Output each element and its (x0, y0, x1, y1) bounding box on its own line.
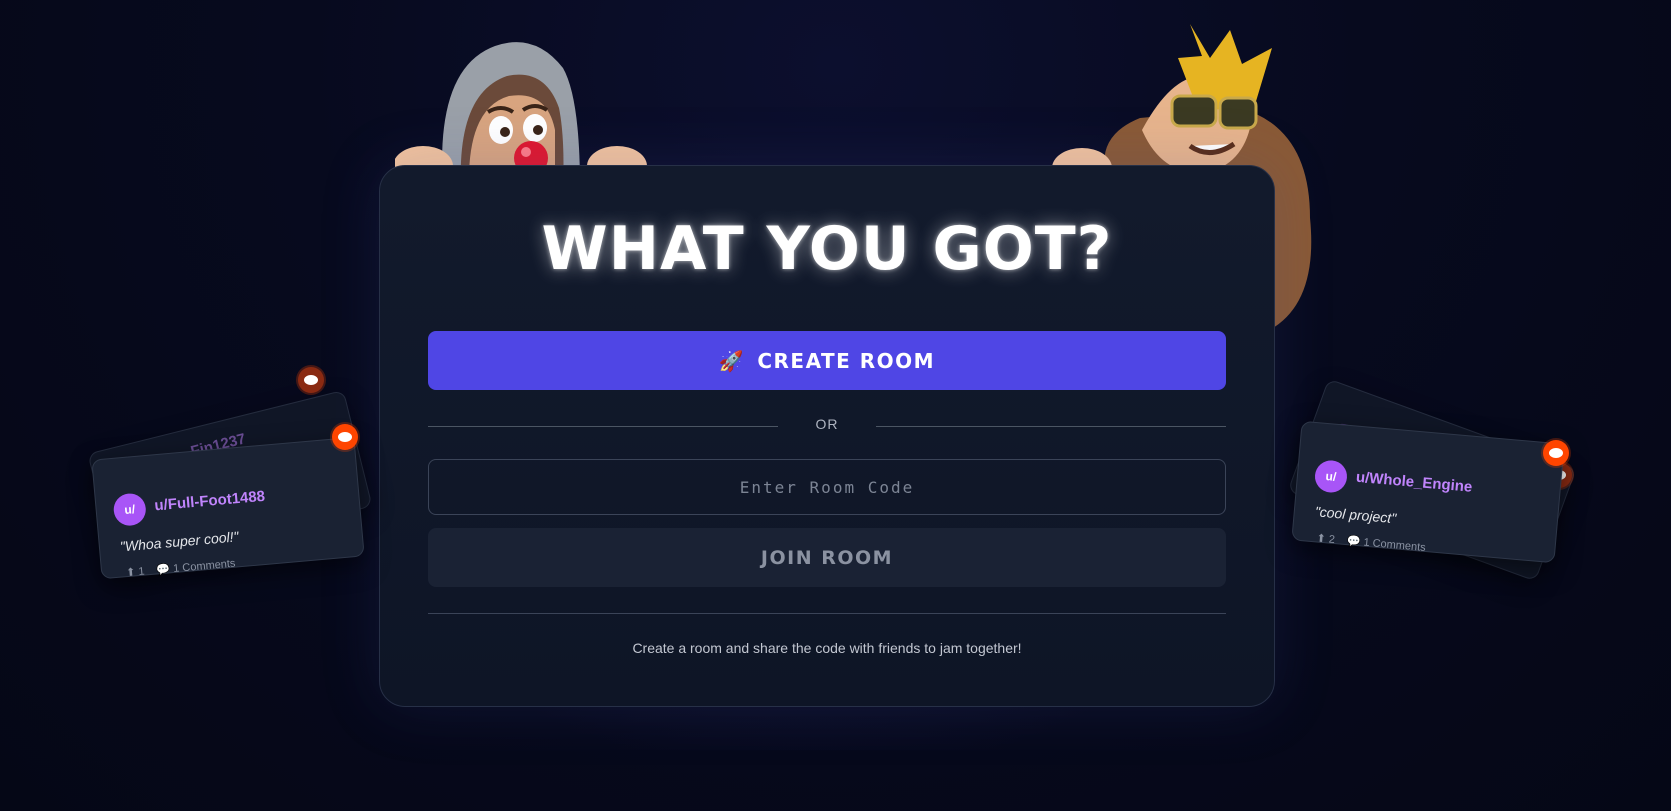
comment-meta: ⬆ 2 💬 1 Comments (1316, 531, 1427, 554)
reddit-icon (332, 424, 358, 450)
or-separator: OR (428, 416, 1226, 436)
room-card: WHAT YOU GOT? 🚀 CREATE ROOM OR JOIN ROOM… (379, 165, 1275, 707)
reddit-icon (298, 367, 324, 393)
room-code-input[interactable] (428, 459, 1226, 515)
create-room-button[interactable]: 🚀 CREATE ROOM (428, 331, 1226, 390)
comment-meta: ⬆ 1 💬 1 Comments (125, 557, 236, 580)
comment-card-left: u/ u/Full-Foot1488 "Whoa super cool!" ⬆ … (91, 436, 365, 580)
comment-bubble-icon: 💬 1 Comments (1346, 535, 1427, 554)
or-text: OR (815, 416, 839, 432)
avatar: u/ (1313, 459, 1349, 494)
comment-bubble-icon: 💬 1 Comments (156, 557, 236, 577)
join-room-button[interactable]: JOIN ROOM (428, 528, 1226, 587)
comment-quote: "Whoa super cool!" (119, 528, 240, 555)
comment-card-right: u/ u/Whole_Engine "cool project" ⬆ 2 💬 1… (1291, 420, 1565, 564)
reddit-icon (1543, 440, 1569, 466)
divider (428, 613, 1226, 614)
hint-text: Create a room and share the code with fr… (632, 640, 1022, 656)
create-room-label: CREATE ROOM (757, 348, 936, 373)
comment-username: u/Whole_Engine (1355, 468, 1473, 496)
or-line-right (876, 426, 1226, 427)
rocket-icon: 🚀 (718, 348, 746, 373)
page-title: WHAT YOU GOT? (541, 214, 1113, 284)
comment-quote: "cool project" (1314, 503, 1397, 527)
upvote-arrow-icon: ⬆ 1 (125, 565, 146, 580)
upvote-arrow-icon: ⬆ 2 (1316, 532, 1336, 547)
comment-count: 1 Comments (1362, 536, 1427, 554)
upvote-count: 1 (137, 565, 146, 579)
comment-username: u/Full-Foot1488 (153, 487, 266, 515)
avatar: u/ (112, 492, 148, 527)
upvote-count: 2 (1328, 533, 1336, 547)
comment-count: 1 Comments (172, 557, 236, 575)
